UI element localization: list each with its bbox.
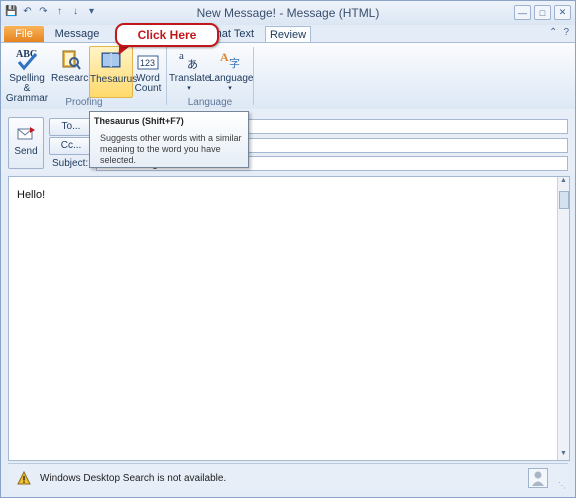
- translate-icon: a あ: [169, 46, 209, 72]
- maximize-icon[interactable]: □: [534, 5, 551, 20]
- svg-text:a: a: [179, 50, 184, 62]
- message-body-text: Hello!: [17, 189, 46, 201]
- to-button[interactable]: To...: [49, 118, 93, 136]
- help-icon[interactable]: ?: [563, 27, 569, 38]
- send-mail-icon: [9, 126, 43, 146]
- thesaurus-tooltip: Thesaurus (Shift+F7) Suggests other word…: [89, 111, 249, 168]
- translate-label: Translate: [169, 73, 211, 84]
- help-area: ⌃ ?: [549, 27, 569, 38]
- count-label: Count: [134, 83, 162, 94]
- scroll-down-icon[interactable]: ▼: [558, 450, 569, 460]
- tooltip-description: Suggests other words with a similar mean…: [100, 133, 242, 165]
- message-body-editor[interactable]: Hello! ▲ ▼: [8, 176, 570, 461]
- vertical-scrollbar[interactable]: ▲ ▼: [557, 177, 569, 460]
- click-here-callout: Click Here: [115, 23, 219, 47]
- language-dropdown-icon: ▾: [228, 85, 232, 92]
- outlook-message-window: 💾 ↶ ↷ ↑ ↓ ▾ New Message! - Message (HTML…: [0, 0, 576, 498]
- status-message: Windows Desktop Search is not available.: [40, 473, 227, 484]
- language-icon: A 字: [209, 46, 251, 72]
- ribbon-tabs: File Message rmat Text Review ⌃ ?: [1, 25, 575, 43]
- message-header: Send To... Cc... Subject: New Message!: [1, 109, 575, 173]
- scroll-up-icon[interactable]: ▲: [558, 177, 569, 187]
- research-button[interactable]: Research: [51, 46, 94, 96]
- word-count-icon: 123: [133, 46, 163, 72]
- svg-text:あ: あ: [187, 58, 198, 71]
- language-label: Language: [209, 73, 254, 84]
- window-controls: — □ ✕: [514, 5, 571, 20]
- language-group-label: Language: [187, 97, 233, 108]
- tab-file[interactable]: File: [4, 26, 44, 42]
- send-label: Send: [14, 146, 38, 157]
- svg-text:123: 123: [140, 58, 155, 68]
- spelling-check-icon: ABC: [5, 46, 49, 72]
- spelling-grammar-button[interactable]: ABC Spelling & Grammar: [5, 46, 49, 104]
- thesaurus-label: Thesaurus: [90, 74, 138, 85]
- tab-review[interactable]: Review: [265, 26, 311, 43]
- ribbon-review: ABC Spelling & Grammar Research Thesauru…: [1, 42, 575, 110]
- tab-message[interactable]: Message: [53, 26, 101, 42]
- svg-text:字: 字: [229, 56, 240, 70]
- proofing-group-label: Proofing: [65, 97, 103, 108]
- window-title: New Message! - Message (HTML): [196, 6, 380, 20]
- title-bar: 💾 ↶ ↷ ↑ ↓ ▾ New Message! - Message (HTML…: [1, 1, 575, 25]
- research-book-icon: [51, 46, 89, 72]
- research-label: Research: [51, 73, 94, 84]
- people-pane-icon[interactable]: [528, 468, 548, 488]
- resize-grip-icon[interactable]: ⋱: [558, 481, 566, 490]
- send-button[interactable]: Send: [8, 117, 44, 169]
- svg-text:A: A: [220, 50, 229, 64]
- word-count-button[interactable]: 123 Word Count: [133, 46, 163, 96]
- group-separator: [253, 47, 254, 105]
- translate-dropdown-icon: ▾: [187, 85, 191, 92]
- warning-icon: [17, 470, 31, 485]
- language-button[interactable]: A 字 Language ▾: [209, 46, 254, 96]
- collapse-ribbon-icon[interactable]: ⌃: [549, 27, 557, 38]
- close-icon[interactable]: ✕: [554, 5, 571, 20]
- spelling-label: Spelling &: [9, 73, 45, 94]
- minimize-icon[interactable]: —: [514, 5, 531, 20]
- scroll-thumb[interactable]: [559, 191, 569, 209]
- translate-button[interactable]: a あ Translate ▾: [169, 46, 211, 96]
- group-separator: [166, 47, 167, 105]
- cc-button[interactable]: Cc...: [49, 137, 93, 155]
- tooltip-title: Thesaurus (Shift+F7): [94, 116, 184, 126]
- status-bar: Windows Desktop Search is not available.…: [8, 463, 568, 492]
- subject-label: Subject:: [52, 158, 89, 169]
